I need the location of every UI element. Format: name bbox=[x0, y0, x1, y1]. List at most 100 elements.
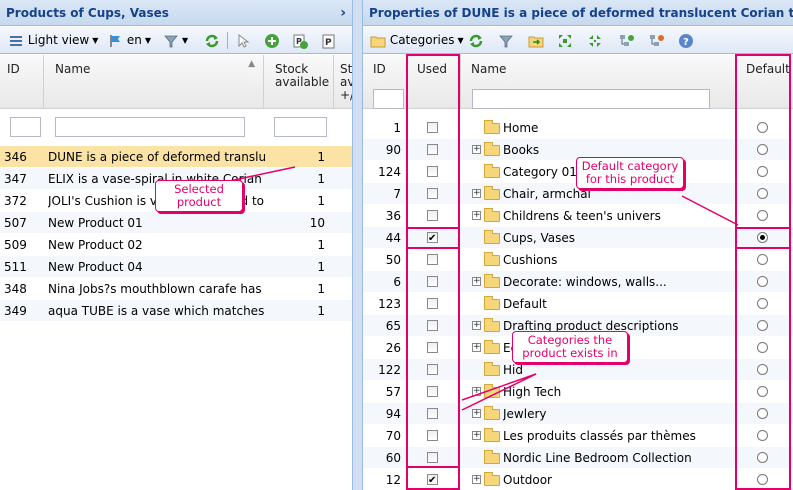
default-radio[interactable] bbox=[757, 232, 768, 243]
table-row[interactable]: 123 Default bbox=[363, 293, 793, 315]
expand-node-icon[interactable]: + bbox=[472, 211, 481, 220]
table-row[interactable]: 50 Cushions bbox=[363, 249, 793, 271]
table-row[interactable]: 346 DUNE is a piece of deformed transluce… bbox=[0, 146, 352, 168]
expand-node-icon[interactable]: + bbox=[472, 277, 481, 286]
filter-stock-input[interactable] bbox=[274, 117, 327, 137]
default-radio[interactable] bbox=[757, 474, 768, 485]
expand-node-icon[interactable]: + bbox=[472, 387, 481, 396]
table-row[interactable]: 70 + Les produits classés par thèmes bbox=[363, 425, 793, 447]
table-row[interactable]: 511 New Product 04 1 bbox=[0, 256, 352, 278]
used-checkbox[interactable] bbox=[427, 298, 438, 309]
used-checkbox[interactable] bbox=[427, 228, 438, 250]
default-radio[interactable] bbox=[757, 452, 768, 463]
product-properties-button[interactable]: P bbox=[321, 31, 337, 50]
column-header-default[interactable]: Default bbox=[736, 55, 793, 109]
filter-name-input[interactable] bbox=[472, 89, 710, 109]
table-row[interactable]: 60 Nordic Line Bedroom Collection bbox=[363, 447, 793, 469]
column-header-id[interactable]: ID bbox=[0, 55, 44, 109]
default-radio[interactable] bbox=[757, 122, 768, 133]
used-checkbox[interactable] bbox=[427, 166, 438, 177]
used-checkbox[interactable] bbox=[427, 408, 438, 419]
filter-name-input[interactable] bbox=[55, 117, 245, 137]
used-checkbox[interactable] bbox=[427, 452, 438, 463]
panel-splitter[interactable] bbox=[352, 0, 363, 490]
add-to-category-button[interactable] bbox=[618, 31, 634, 50]
filter-id-input[interactable] bbox=[373, 89, 404, 109]
used-checkbox[interactable] bbox=[427, 364, 438, 375]
default-radio[interactable] bbox=[757, 188, 768, 199]
used-checkbox[interactable] bbox=[427, 430, 438, 441]
filter-id-input[interactable] bbox=[10, 117, 41, 137]
categories-menu-button[interactable]: Categories ▼ bbox=[370, 31, 464, 50]
table-row[interactable]: 94 + Jewlery bbox=[363, 403, 793, 425]
used-checkbox[interactable] bbox=[427, 342, 438, 353]
category-name[interactable]: Jewlery bbox=[503, 403, 743, 425]
category-name[interactable]: Decorate: windows, walls... bbox=[503, 271, 743, 293]
default-radio[interactable] bbox=[757, 298, 768, 309]
help-button[interactable]: ? bbox=[678, 31, 694, 50]
default-radio[interactable] bbox=[757, 364, 768, 375]
default-radio[interactable] bbox=[757, 386, 768, 397]
category-name[interactable]: Childrens & teen's univers bbox=[503, 205, 743, 227]
default-radio[interactable] bbox=[757, 254, 768, 265]
category-name[interactable]: High Tech bbox=[503, 381, 743, 403]
default-radio[interactable] bbox=[757, 166, 768, 177]
select-pointer-button[interactable] bbox=[235, 31, 251, 50]
expand-node-icon[interactable]: + bbox=[472, 321, 481, 330]
expand-all-button[interactable] bbox=[557, 31, 573, 50]
category-name[interactable]: Cups, Vases bbox=[503, 227, 743, 249]
category-name[interactable]: Les produits classés par thèmes bbox=[503, 425, 743, 447]
view-mode-button[interactable]: Light view ▼ bbox=[8, 31, 98, 50]
used-checkbox[interactable] bbox=[427, 210, 438, 221]
category-name[interactable]: Default bbox=[503, 293, 743, 315]
used-checkbox[interactable] bbox=[427, 254, 438, 265]
filter-button[interactable]: ▼ bbox=[163, 31, 188, 50]
goto-category-button[interactable] bbox=[528, 31, 544, 50]
language-button[interactable]: en ▼ bbox=[107, 31, 151, 50]
column-header-name[interactable]: Name ▲ bbox=[44, 55, 264, 109]
filter-categories-button[interactable] bbox=[498, 31, 514, 50]
add-pack-button[interactable]: P bbox=[292, 31, 308, 50]
table-row[interactable]: 6 + Decorate: windows, walls... bbox=[363, 271, 793, 293]
table-row[interactable]: 348 Nina Jobs?s mouthblown carafe has all… bbox=[0, 278, 352, 300]
category-name[interactable]: Home bbox=[503, 117, 743, 139]
table-row[interactable]: 1 Home bbox=[363, 117, 793, 139]
category-name[interactable]: Outdoor bbox=[503, 469, 743, 490]
table-row[interactable]: 507 New Product 01 10 bbox=[0, 212, 352, 234]
category-name[interactable]: Cushions bbox=[503, 249, 743, 271]
table-row[interactable]: 12 + Outdoor bbox=[363, 469, 793, 490]
category-name[interactable]: Nordic Line Bedroom Collection bbox=[503, 447, 743, 469]
column-header-stock2[interactable]: St av +/ bbox=[334, 55, 352, 109]
default-radio[interactable] bbox=[757, 276, 768, 287]
refresh-button[interactable] bbox=[204, 31, 220, 50]
column-header-stock[interactable]: Stock available bbox=[264, 55, 334, 109]
default-radio[interactable] bbox=[757, 320, 768, 331]
expand-node-icon[interactable]: + bbox=[472, 343, 481, 352]
column-header-used[interactable]: Used bbox=[407, 55, 461, 109]
default-radio[interactable] bbox=[757, 210, 768, 221]
default-radio[interactable] bbox=[757, 430, 768, 441]
used-checkbox[interactable] bbox=[427, 386, 438, 397]
used-checkbox[interactable] bbox=[427, 276, 438, 287]
expand-node-icon[interactable]: + bbox=[472, 409, 481, 418]
default-radio[interactable] bbox=[757, 144, 768, 155]
remove-from-category-button[interactable] bbox=[648, 31, 664, 50]
used-checkbox[interactable] bbox=[427, 122, 438, 133]
table-row[interactable]: 57 + High Tech bbox=[363, 381, 793, 403]
used-checkbox[interactable] bbox=[427, 188, 438, 199]
collapse-panel-icon[interactable]: › bbox=[340, 0, 346, 25]
refresh-categories-button[interactable] bbox=[468, 31, 484, 50]
table-row[interactable]: 36 + Childrens & teen's univers bbox=[363, 205, 793, 227]
table-row[interactable]: 44 Cups, Vases bbox=[363, 227, 793, 250]
expand-node-icon[interactable]: + bbox=[472, 189, 481, 198]
add-product-button[interactable] bbox=[264, 31, 280, 50]
default-radio[interactable] bbox=[757, 342, 768, 353]
default-radio[interactable] bbox=[757, 408, 768, 419]
expand-node-icon[interactable]: + bbox=[472, 475, 481, 484]
used-checkbox[interactable] bbox=[427, 144, 438, 155]
used-checkbox[interactable] bbox=[427, 320, 438, 331]
table-row[interactable]: 509 New Product 02 1 bbox=[0, 234, 352, 256]
collapse-all-button[interactable] bbox=[587, 31, 603, 50]
expand-node-icon[interactable]: + bbox=[472, 431, 481, 440]
table-row[interactable]: 349 aqua TUBE is a vase which matches cor… bbox=[0, 300, 352, 322]
